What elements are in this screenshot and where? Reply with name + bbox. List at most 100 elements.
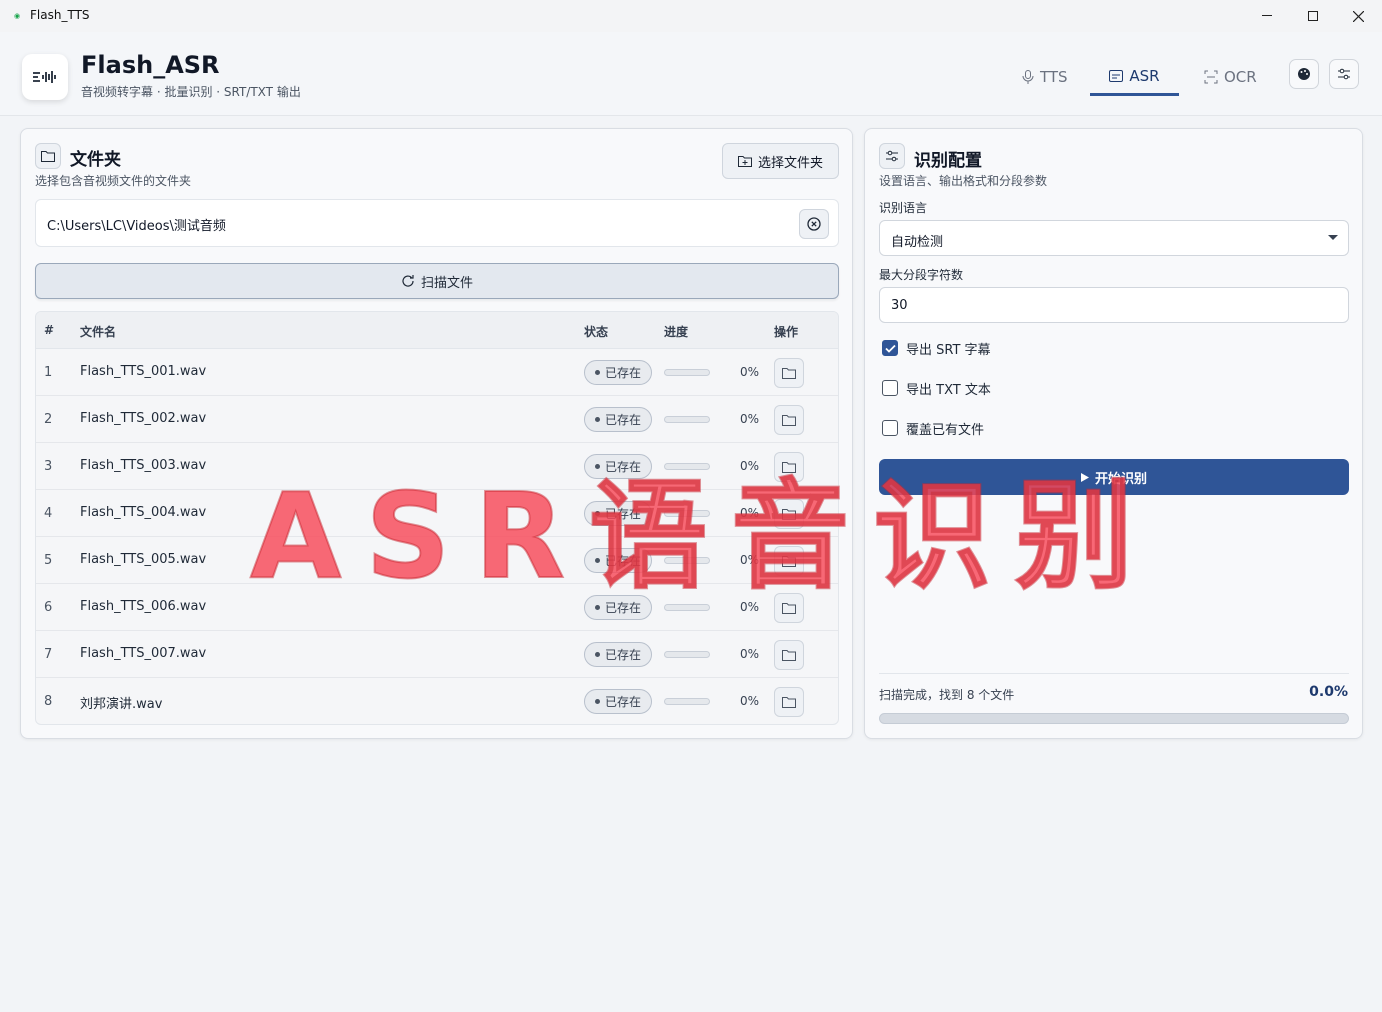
status-badge: 已存在 [584,407,652,432]
palette-icon [1298,68,1310,80]
app-header: Flash_ASR 音视频转字幕 · 批量识别 · SRT/TXT 输出 TTS… [0,32,1382,116]
folder-path-field[interactable]: C:\Users\LC\Videos\测试音频 [35,199,839,247]
open-folder-button[interactable] [774,405,804,435]
clear-path-button[interactable] [799,209,829,239]
status-badge-label: 已存在 [604,413,641,427]
row-progress-bar [664,698,710,705]
max-chars-input[interactable]: 30 [879,287,1349,323]
scan-files-button[interactable]: 扫描文件 [35,263,839,299]
tab-tts-label: TTS [1040,68,1068,86]
row-file-name: Flash_TTS_002.wav [80,411,207,426]
status-badge: 已存在 [584,642,652,667]
row-index: 5 [44,553,53,568]
table-header: # 文件名 状态 进度 操作 [36,312,838,349]
row-progress-bar [664,369,710,376]
row-index: 1 [44,365,53,380]
app-logo [22,54,68,100]
status-badge: 已存在 [584,689,652,714]
row-index: 2 [44,412,53,427]
row-file-name: Flash_TTS_007.wav [80,646,207,661]
row-progress-bar [664,651,710,658]
status-badge-label: 已存在 [604,366,641,380]
folder-icon [782,368,796,379]
microphone-icon [1022,70,1034,84]
subtitle-icon [1109,69,1124,82]
language-select[interactable]: 自动检测 [879,220,1349,256]
watermark-overlay: ASR语音识别 [249,466,1158,606]
header-name: 文件名 [80,325,117,339]
maximize-icon [1308,11,1318,21]
row-file-name: Flash_TTS_004.wav [80,505,207,520]
max-chars-label: 最大分段字符数 [879,268,964,282]
row-index: 3 [44,459,53,474]
row-index: 4 [44,506,53,521]
window-title: Flash_TTS [30,8,90,22]
status-dot [594,652,600,657]
row-file-name: Flash_TTS_006.wav [80,599,207,614]
waveform-logo-icon [33,71,56,83]
config-panel-title: 识别配置 [914,151,982,171]
check-icon [884,344,896,353]
folder-icon [782,650,796,661]
tab-tts[interactable]: TTS [1018,58,1072,96]
maximize-button[interactable] [1290,0,1336,32]
folder-panel-title: 文件夹 [70,150,121,170]
open-folder-button[interactable] [774,358,804,388]
row-index: 7 [44,647,53,662]
folder-icon [782,415,796,426]
export-txt-checkbox[interactable] [882,380,898,396]
tab-ocr[interactable]: OCR [1200,58,1261,96]
row-percent: 0% [740,694,760,708]
theme-button[interactable] [1289,59,1319,89]
header-index: # [44,323,55,337]
app-subtitle: 音视频转字幕 · 批量识别 · SRT/TXT 输出 [81,85,301,99]
app-name: Flash_ASR [81,51,220,79]
close-button[interactable] [1335,0,1381,32]
tab-asr-label: ASR [1129,66,1160,85]
export-txt-option[interactable]: 导出 TXT 文本 [882,379,991,398]
language-value: 自动检测 [891,235,944,250]
choose-folder-button[interactable]: 选择文件夹 [722,143,839,179]
table-row: 7 Flash_TTS_007.wav 已存在 0% [36,631,838,678]
overwrite-label: 覆盖已有文件 [906,422,985,438]
folder-plus-icon [737,156,752,167]
table-row: 2 Flash_TTS_002.wav 已存在 0% [36,396,838,443]
status-text: 扫描完成，找到 8 个文件 [879,688,1015,702]
open-folder-button[interactable] [774,687,804,717]
settings-button[interactable] [1329,59,1359,89]
table-row: 8 刘邦演讲.wav 已存在 0% [36,678,838,724]
row-file-name: Flash_TTS_001.wav [80,364,207,379]
export-srt-checkbox[interactable] [882,340,898,356]
status-dot [594,699,600,704]
overwrite-checkbox[interactable] [882,420,898,436]
language-label: 识别语言 [879,201,928,215]
app-icon: ◉ [13,12,21,20]
status-dot [594,417,600,422]
status-divider [879,673,1349,674]
minimize-icon [1262,15,1272,16]
overwrite-option[interactable]: 覆盖已有文件 [882,419,985,438]
config-sliders-icon [879,143,905,169]
minimize-button[interactable] [1244,0,1290,32]
window-titlebar: ◉ Flash_TTS [0,0,1382,32]
export-srt-option[interactable]: 导出 SRT 字幕 [882,339,991,358]
settings-sliders-icon [1338,68,1350,80]
row-index: 6 [44,600,53,615]
table-row: 1 Flash_TTS_001.wav 已存在 0% [36,349,838,396]
open-folder-button[interactable] [774,640,804,670]
tab-asr[interactable]: ASR [1090,58,1179,96]
status-badge: 已存在 [584,360,652,385]
refresh-icon [402,275,414,287]
scan-icon [1204,70,1218,84]
config-panel: 识别配置 设置语言、输出格式和分段参数 识别语言 自动检测 最大分段字符数 30… [864,128,1363,739]
status-badge-label: 已存在 [604,648,641,662]
close-icon [1352,10,1364,22]
row-percent: 0% [740,412,760,426]
tab-ocr-label: OCR [1224,68,1257,86]
folder-panel-subtitle: 选择包含音视频文件的文件夹 [35,174,192,188]
clear-circle-icon [807,217,821,231]
config-panel-subtitle: 设置语言、输出格式和分段参数 [879,174,1048,188]
row-file-name: 刘邦演讲.wav [80,697,163,712]
overall-progress-bar [879,713,1349,724]
row-index: 8 [44,694,53,709]
